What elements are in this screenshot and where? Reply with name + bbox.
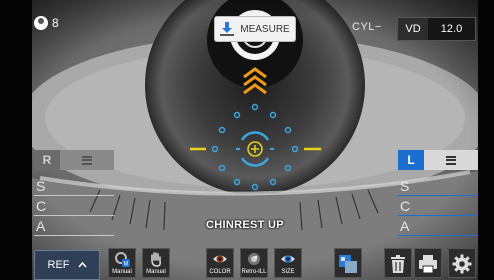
user-icon (34, 16, 48, 30)
retro-ill-button[interactable]: Retro-ILL (240, 248, 268, 278)
svg-text:M: M (124, 262, 129, 268)
hand-icon (151, 252, 161, 267)
list-icon (446, 155, 456, 165)
size-icon (281, 255, 295, 263)
left-eye-tab[interactable]: L (398, 150, 424, 170)
manual-hand-caption: Manual (146, 269, 166, 275)
right-sphere-row: S (34, 176, 114, 196)
compare-button[interactable] (334, 248, 362, 278)
cyl-label[interactable]: CYL− (352, 21, 382, 33)
manual-mode-button[interactable]: M Manual (108, 248, 136, 278)
chevron-up-icon (77, 262, 87, 268)
patient-indicator[interactable]: 8 (34, 16, 59, 30)
measure-button[interactable]: MEASURE (215, 17, 295, 41)
print-button[interactable] (414, 248, 442, 278)
eye-image (0, 0, 494, 280)
left-cylinder-row: C (398, 196, 478, 216)
color-caption: COLOR (209, 269, 231, 275)
size-caption: SIZE (281, 269, 295, 275)
right-cylinder-row: C (34, 196, 114, 216)
right-eye-tab[interactable]: R (34, 150, 60, 170)
compare-icon (339, 255, 357, 273)
left-eye-panel: L S C A (398, 150, 478, 236)
print-icon (419, 255, 437, 274)
delete-button[interactable] (384, 248, 412, 278)
camera-view (0, 0, 494, 280)
gear-icon (452, 254, 472, 274)
vd-label: VD (405, 23, 421, 35)
right-eye-panel: R S C A (34, 150, 114, 236)
left-sphere-row: S (398, 176, 478, 196)
size-button[interactable]: SIZE (274, 248, 302, 278)
download-icon (220, 22, 235, 36)
retro-caption: Retro-ILL (241, 269, 267, 275)
left-eye-list-button[interactable] (424, 150, 478, 170)
eye-icon (213, 255, 227, 263)
manual-caption: Manual (112, 269, 132, 275)
manual-hand-button[interactable]: Manual (142, 248, 170, 278)
color-button[interactable]: COLOR (206, 248, 234, 278)
retro-icon (248, 253, 260, 265)
status-message: CHINREST UP (206, 219, 284, 231)
ref-button[interactable]: REF (34, 250, 100, 280)
ref-label: REF (47, 259, 70, 271)
list-icon (82, 155, 92, 165)
measure-label: MEASURE (240, 23, 290, 35)
bottom-toolbar: REF M Manual Manual COLOR Retro-ILL SIZE (34, 246, 476, 280)
left-axis-row: A (398, 216, 478, 236)
vd-value: 12.0 (428, 18, 475, 40)
right-eye-list-button[interactable] (60, 150, 114, 170)
vd-field[interactable]: VD 12.0 (397, 17, 476, 41)
patient-count: 8 (52, 16, 59, 30)
manual-icon: M (115, 252, 130, 268)
settings-button[interactable] (448, 248, 476, 278)
trash-icon (391, 255, 405, 273)
right-axis-row: A (34, 216, 114, 236)
